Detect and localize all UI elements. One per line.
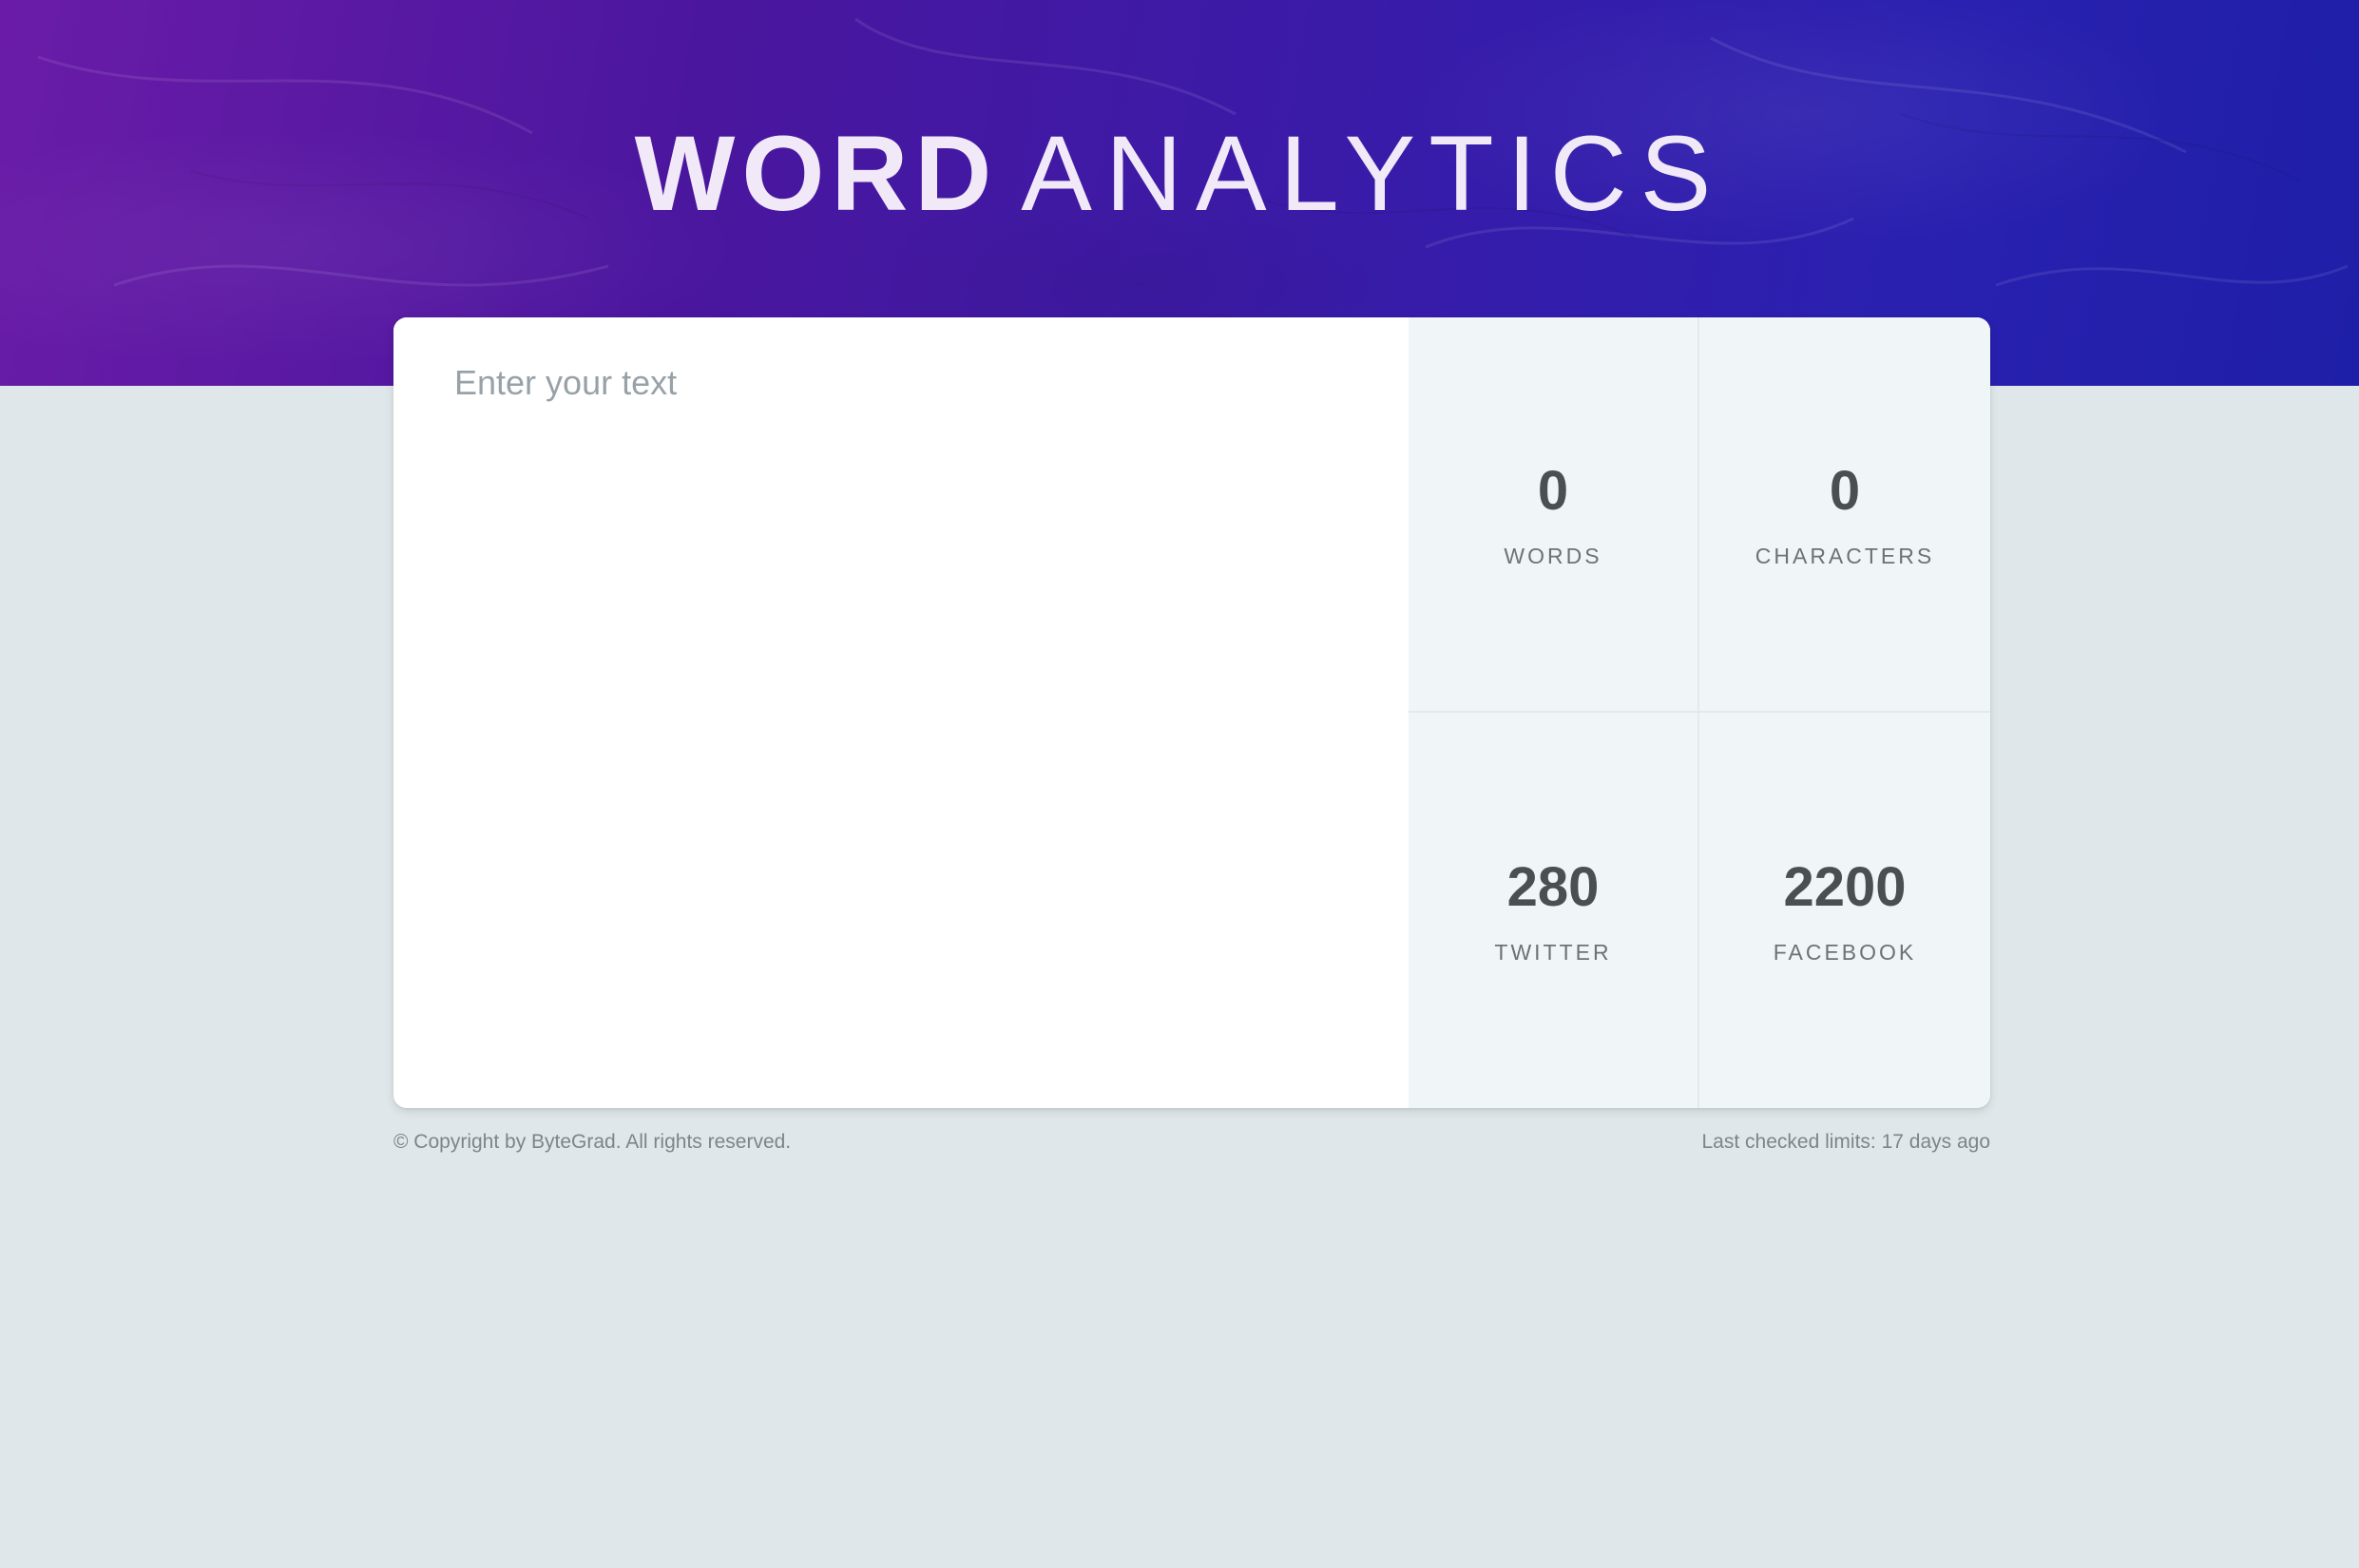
stat-facebook-value: 2200 — [1783, 855, 1907, 918]
text-input[interactable] — [393, 317, 1409, 1108]
stat-characters-value: 0 — [1829, 459, 1861, 522]
stat-characters-label: CHARACTERS — [1755, 543, 1935, 568]
stat-facebook: 2200 FACEBOOK — [1699, 713, 1990, 1108]
stat-twitter: 280 TWITTER — [1409, 713, 1699, 1108]
footer: © Copyright by ByteGrad. All rights rese… — [393, 1131, 1990, 1154]
last-checked-text: Last checked limits: 17 days ago — [1701, 1131, 1991, 1153]
copyright-text: © Copyright by ByteGrad. All rights rese… — [393, 1131, 792, 1153]
title-bold: WORD — [634, 114, 999, 233]
stat-characters: 0 CHARACTERS — [1699, 317, 1990, 713]
stat-facebook-label: FACEBOOK — [1773, 939, 1917, 965]
stat-twitter-label: TWITTER — [1494, 939, 1612, 965]
stats-grid: 0 WORDS 0 CHARACTERS 280 TWITTER 2200 FA… — [1409, 317, 1990, 1108]
page-title: WORD ANALYTICS — [0, 112, 2359, 236]
title-light: ANALYTICS — [1021, 114, 1725, 233]
stat-twitter-value: 280 — [1506, 855, 1600, 918]
analytics-card: 0 WORDS 0 CHARACTERS 280 TWITTER 2200 FA… — [393, 317, 1990, 1108]
stat-words-label: WORDS — [1504, 543, 1602, 568]
stat-words: 0 WORDS — [1409, 317, 1699, 713]
stat-words-value: 0 — [1537, 459, 1569, 522]
